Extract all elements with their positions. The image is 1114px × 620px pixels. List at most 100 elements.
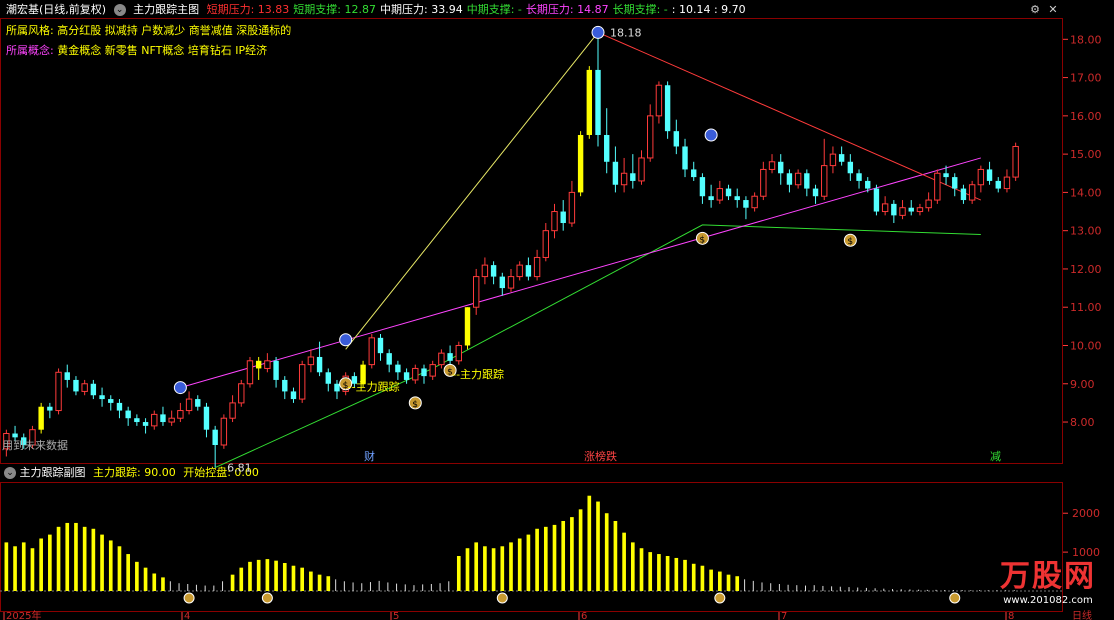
- candle-body: [421, 368, 427, 377]
- candle-body: [638, 157, 645, 182]
- sub-volume-bar: [126, 554, 130, 591]
- sub-volume-bar: [230, 574, 235, 591]
- candle-body: [246, 360, 254, 385]
- sub-volume-bar: [674, 557, 679, 591]
- sub-volume-bar: [604, 513, 609, 591]
- sub-volume-bar: [500, 546, 505, 591]
- sub-volume-bar: [831, 586, 833, 591]
- candle-body: [673, 131, 680, 147]
- sub-volume-bar: [369, 582, 371, 591]
- face-marker-icon: [704, 128, 718, 142]
- candle-body: [151, 413, 158, 427]
- candle-body: [716, 188, 724, 201]
- sub-volume-bar: [883, 588, 885, 591]
- candle-body: [708, 196, 714, 201]
- candle-body: [934, 172, 941, 201]
- event-reduce: 减: [990, 450, 1001, 463]
- sub-volume-bar: [622, 532, 626, 591]
- candle-body: [220, 417, 228, 446]
- sub-volume-bar: [509, 542, 513, 591]
- price-axis-tick-label: 16.00: [1070, 110, 1102, 123]
- price-axis-tick-label: 8.00: [1070, 416, 1095, 429]
- candle-body: [655, 84, 663, 117]
- sub-volume-bar: [169, 581, 171, 591]
- price-axis-tick-label: 14.00: [1070, 186, 1102, 199]
- candle-body: [116, 402, 123, 411]
- candle-body: [568, 191, 576, 224]
- candle-body: [682, 146, 688, 170]
- sub-volume-bar: [178, 583, 180, 591]
- sub-volume-bar: [222, 581, 224, 591]
- period-label: 日线: [1072, 609, 1092, 620]
- candle-body: [490, 265, 497, 277]
- candle-body: [403, 372, 410, 380]
- candle-body: [734, 196, 740, 201]
- sub-volume-bar: [935, 589, 937, 591]
- sub-volume-bar: [752, 580, 754, 591]
- sub-volume-bar: [848, 587, 850, 591]
- rise-line: [345, 32, 599, 350]
- candle-body: [968, 184, 976, 201]
- candle-body: [64, 372, 70, 380]
- sub-money-bag-icon: [261, 592, 273, 604]
- watermark-url: www.201082.com: [1003, 595, 1093, 606]
- sub-volume-bar: [726, 574, 731, 591]
- kline-chart[interactable]: 18.00 17.00 16.00 15.00 14.00 13.00 12.00 11.00…: [0, 0, 1114, 620]
- price-axis-tick-label: 13.00: [1070, 225, 1102, 238]
- low-price-label: 6.81: [227, 462, 252, 475]
- candle-body: [464, 307, 471, 346]
- face-marker-icon: [591, 25, 605, 39]
- candle-body: [185, 398, 193, 412]
- event-cai: 财: [364, 449, 375, 463]
- sub-volume-bar: [274, 560, 278, 591]
- candle-body: [577, 134, 584, 193]
- sub-volume-bar: [648, 552, 653, 591]
- sub-volume-bar: [596, 501, 600, 591]
- sub-volume-bar: [161, 577, 165, 591]
- price-axis-tick-label: 18.00: [1070, 33, 1102, 46]
- sub-volume-bar: [239, 567, 244, 591]
- candle-body: [290, 391, 297, 400]
- date-tick-label: 5: [393, 611, 399, 620]
- sub-volume-bar: [404, 584, 406, 591]
- candle-body: [481, 264, 489, 278]
- watermark-logo: 万股网: [1000, 559, 1096, 594]
- sub-volume-bar: [387, 582, 389, 591]
- candle-body: [838, 154, 845, 162]
- sub-money-bag-icon: [949, 592, 961, 604]
- candle-body: [177, 410, 184, 419]
- sub-volume-bar: [517, 538, 522, 591]
- sub-volume-bar: [613, 521, 618, 591]
- candle-body: [891, 203, 897, 216]
- candle-body: [865, 180, 871, 189]
- candle-body: [134, 418, 140, 423]
- sub-money-bag-icon: [496, 592, 508, 604]
- sub-volume-bar: [430, 584, 432, 591]
- sub-volume-bar: [82, 526, 87, 591]
- candle-body: [812, 188, 819, 197]
- candle-body: [438, 352, 445, 366]
- sub-volume-bar: [300, 567, 305, 591]
- sub-volume-bar: [900, 589, 902, 591]
- sub-volume-bar: [892, 589, 894, 591]
- sub-volume-bar: [970, 590, 972, 591]
- sub-volume-bar: [657, 554, 661, 591]
- price-axis-tick-label: 17.00: [1070, 72, 1102, 85]
- sub-volume-bar: [317, 574, 322, 591]
- price-axis-tick-label: 15.00: [1070, 148, 1102, 161]
- sub-volume-bar: [117, 546, 122, 591]
- candle-body: [804, 173, 810, 189]
- candle-body: [986, 169, 993, 181]
- candle-body: [212, 429, 218, 445]
- candle-body: [264, 360, 271, 369]
- price-axis-tick-label: 9.00: [1070, 378, 1095, 391]
- sub-volume-bar: [717, 571, 722, 591]
- candle-body: [960, 188, 967, 201]
- sub-volume-bar: [630, 542, 635, 591]
- sub-volume-bar: [187, 584, 189, 591]
- sub-volume-bar: [874, 588, 876, 591]
- sub-volume-bar: [143, 567, 148, 591]
- sub-volume-bar: [4, 542, 9, 591]
- sub-volume-bar: [195, 584, 197, 591]
- candle-body: [412, 367, 419, 381]
